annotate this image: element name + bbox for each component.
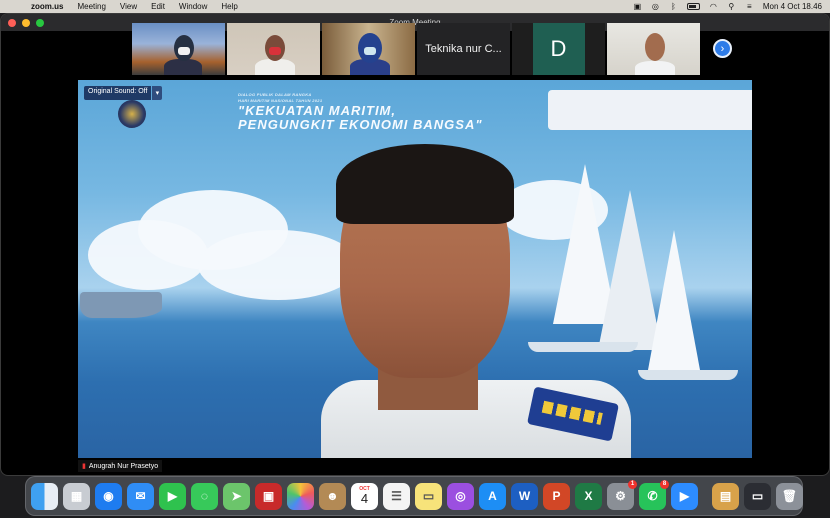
- powerpoint-icon[interactable]: P: [543, 482, 570, 510]
- original-sound-control: Original Sound: Off ▾: [84, 86, 163, 100]
- downloads-folder-icon[interactable]: ▤: [712, 482, 739, 510]
- photo-booth-icon[interactable]: ▣: [255, 482, 282, 510]
- next-participants-chevron-right-icon[interactable]: ›: [713, 39, 732, 58]
- whatsapp-icon[interactable]: ✆ 8: [639, 479, 669, 510]
- macos-dock: ▦ ◉ ✉ ▶ ◌ ➤ ▣ ☻ OCT 4 ☰ ▭ ◎ A W P X ⚙ 1 …: [25, 476, 803, 516]
- mask-icon: [178, 47, 190, 55]
- zoom-status-icon[interactable]: ▣: [633, 2, 642, 11]
- calendar-day: 4: [360, 491, 369, 506]
- boat-hull: [528, 342, 638, 352]
- cloud-shape: [198, 230, 358, 300]
- menu-meeting[interactable]: Meeting: [77, 2, 105, 11]
- excel-icon[interactable]: X: [575, 482, 602, 510]
- chevron-down-icon[interactable]: ▾: [152, 86, 163, 100]
- banner-title-1: "KEKUATAN MARITIM,: [238, 103, 396, 118]
- system-preferences-icon[interactable]: ⚙ 1: [607, 479, 637, 510]
- menu-window[interactable]: Window: [179, 2, 207, 11]
- participant-strip: Teknika nur C... D: [132, 23, 700, 75]
- photos-icon[interactable]: [287, 482, 314, 510]
- battery-icon[interactable]: [686, 3, 700, 10]
- participant-avatar: D: [532, 23, 585, 75]
- speaker-hair: [336, 144, 514, 224]
- participant-thumb-5[interactable]: D: [512, 23, 605, 75]
- boat-hull: [638, 370, 738, 380]
- participant-name-label: Teknika nur C...: [425, 43, 502, 55]
- messages-icon[interactable]: ◌: [191, 482, 218, 510]
- participant-body: [255, 59, 295, 75]
- facetime-icon[interactable]: ▶: [159, 482, 186, 510]
- launchpad-icon[interactable]: ▦: [63, 482, 90, 510]
- status-area: ▣ ◎ ᛒ ◠ ⚲ ≡ Mon 4 Oct 18.46: [633, 2, 822, 11]
- calendar-icon[interactable]: OCT 4: [351, 482, 378, 510]
- emblem-logo-icon: [118, 100, 146, 128]
- participant-body: [635, 61, 675, 75]
- participant-body: [164, 59, 202, 75]
- maps-icon[interactable]: ➤: [223, 482, 250, 510]
- sponsor-logos: [548, 90, 752, 130]
- bluetooth-icon[interactable]: ᛒ: [669, 2, 678, 11]
- wifi-icon[interactable]: ◠: [709, 2, 718, 11]
- word-icon[interactable]: W: [511, 482, 538, 510]
- participant-thumb-2[interactable]: [227, 23, 320, 75]
- safari-icon[interactable]: ◉: [95, 482, 122, 510]
- active-speaker-video: DIALOG PUBLIK DALAM RANGKA HARI MARITIM …: [78, 80, 752, 458]
- app-menu-zoom[interactable]: zoom.us: [31, 2, 63, 11]
- app-store-icon[interactable]: A: [479, 482, 506, 510]
- participant-thumb-1[interactable]: [132, 23, 225, 75]
- screen-record-icon[interactable]: ◎: [651, 2, 660, 11]
- speaker-name-tag: ▮ Anugrah Nur Prasetyo: [78, 460, 163, 472]
- mask-icon: [269, 47, 281, 55]
- menu-edit[interactable]: Edit: [151, 2, 165, 11]
- settings-badge: 1: [628, 479, 637, 489]
- mail-icon[interactable]: ✉: [127, 482, 154, 510]
- cloud-shape: [88, 220, 208, 290]
- reminders-icon[interactable]: ☰: [383, 482, 410, 510]
- menu-help[interactable]: Help: [221, 2, 237, 11]
- muted-mic-icon: ▮: [82, 463, 86, 470]
- zoom-app-icon[interactable]: ▶: [671, 482, 698, 510]
- trash-icon[interactable]: 🗑: [776, 482, 803, 510]
- spotlight-search-icon[interactable]: ⚲: [727, 2, 736, 11]
- menubar-clock[interactable]: Mon 4 Oct 18.46: [763, 2, 822, 11]
- original-sound-button[interactable]: Original Sound: Off: [84, 86, 152, 100]
- banner-title-2: PENGUNGKIT EKONOMI BANGSA": [238, 117, 483, 132]
- participant-thumb-3[interactable]: [322, 23, 415, 75]
- menu-view[interactable]: View: [120, 2, 137, 11]
- notes-icon[interactable]: ▭: [415, 482, 442, 510]
- control-center-icon[interactable]: ≡: [745, 2, 754, 11]
- participant-head: [645, 33, 665, 61]
- recent-window-icon[interactable]: ▭: [744, 482, 771, 510]
- mask-icon: [364, 47, 376, 55]
- banner-subtitle-2: HARI MARITIM NASIONAL TAHUN 2021: [238, 98, 323, 103]
- participant-thumb-4[interactable]: Teknika nur C...: [417, 23, 510, 75]
- sail-shape: [648, 230, 700, 370]
- finder-icon[interactable]: [31, 482, 58, 510]
- whatsapp-badge: 8: [660, 479, 669, 489]
- event-banner: DIALOG PUBLIK DALAM RANGKA HARI MARITIM …: [238, 92, 483, 132]
- ship-shape: [80, 292, 162, 318]
- podcasts-icon[interactable]: ◎: [447, 482, 474, 510]
- contacts-icon[interactable]: ☻: [319, 482, 346, 510]
- macos-menu-bar: zoom.us Meeting View Edit Window Help ▣ …: [0, 0, 830, 13]
- participant-thumb-6[interactable]: [607, 23, 700, 75]
- speaker-name: Anugrah Nur Prasetyo: [88, 462, 159, 470]
